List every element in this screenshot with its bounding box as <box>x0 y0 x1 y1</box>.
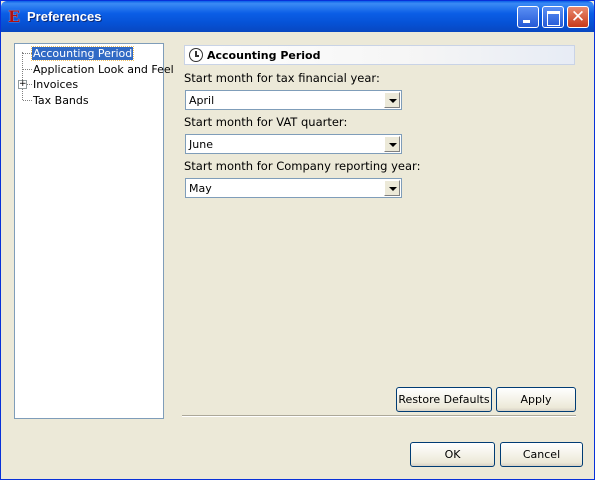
panel-header: Accounting Period <box>184 45 575 65</box>
company-year-label: Start month for Company reporting year: <box>184 159 421 173</box>
tree-item-accounting-period[interactable]: Accounting Period <box>30 46 135 61</box>
app-icon: E <box>8 7 21 26</box>
maximize-button[interactable] <box>542 6 564 28</box>
ok-button[interactable]: OK <box>410 442 495 467</box>
apply-button[interactable]: Apply <box>496 387 576 412</box>
tree-item-label: Invoices <box>33 78 79 91</box>
vat-quarter-value: June <box>189 138 213 151</box>
window-title: Preferences <box>27 9 102 24</box>
preferences-window: E Preferences ✕ Accounting Period Applic… <box>0 0 595 480</box>
title-bar[interactable]: E Preferences ✕ <box>1 1 594 32</box>
tree-item-tax-bands[interactable]: Tax Bands <box>32 93 90 108</box>
company-year-value: May <box>189 182 212 195</box>
tree-item-label: Accounting Period <box>30 46 135 61</box>
preferences-tree[interactable]: Accounting Period Application Look and F… <box>14 43 174 419</box>
clock-icon <box>189 48 203 62</box>
tax-year-label: Start month for tax financial year: <box>184 71 380 85</box>
tree-item-label: Tax Bands <box>33 94 89 107</box>
panel-title: Accounting Period <box>207 49 321 62</box>
cancel-button[interactable]: Cancel <box>500 442 583 467</box>
tax-year-value: April <box>189 94 215 107</box>
vat-quarter-label: Start month for VAT quarter: <box>184 115 348 129</box>
vat-quarter-select[interactable]: June <box>185 134 402 154</box>
divider <box>182 415 576 417</box>
tree-item-label: Application Look and Feel <box>33 63 174 76</box>
tree-connector <box>22 52 23 100</box>
chevron-down-icon[interactable] <box>384 136 400 152</box>
close-icon: ✕ <box>570 7 586 27</box>
minimize-button[interactable] <box>517 6 539 28</box>
tree-connector <box>23 53 32 54</box>
tree-item-invoices[interactable]: Invoices <box>32 77 79 92</box>
expand-plus-icon[interactable]: + <box>18 80 27 89</box>
restore-defaults-button[interactable]: Restore Defaults <box>396 387 492 412</box>
tree-connector <box>23 69 32 70</box>
chevron-down-icon[interactable] <box>384 92 400 108</box>
tree-item-application-look-and-feel[interactable]: Application Look and Feel <box>32 62 175 77</box>
tax-year-select[interactable]: April <box>185 90 402 110</box>
chevron-down-icon[interactable] <box>384 180 400 196</box>
close-button[interactable]: ✕ <box>567 6 589 28</box>
company-year-select[interactable]: May <box>185 178 402 198</box>
tree-connector <box>23 100 32 101</box>
